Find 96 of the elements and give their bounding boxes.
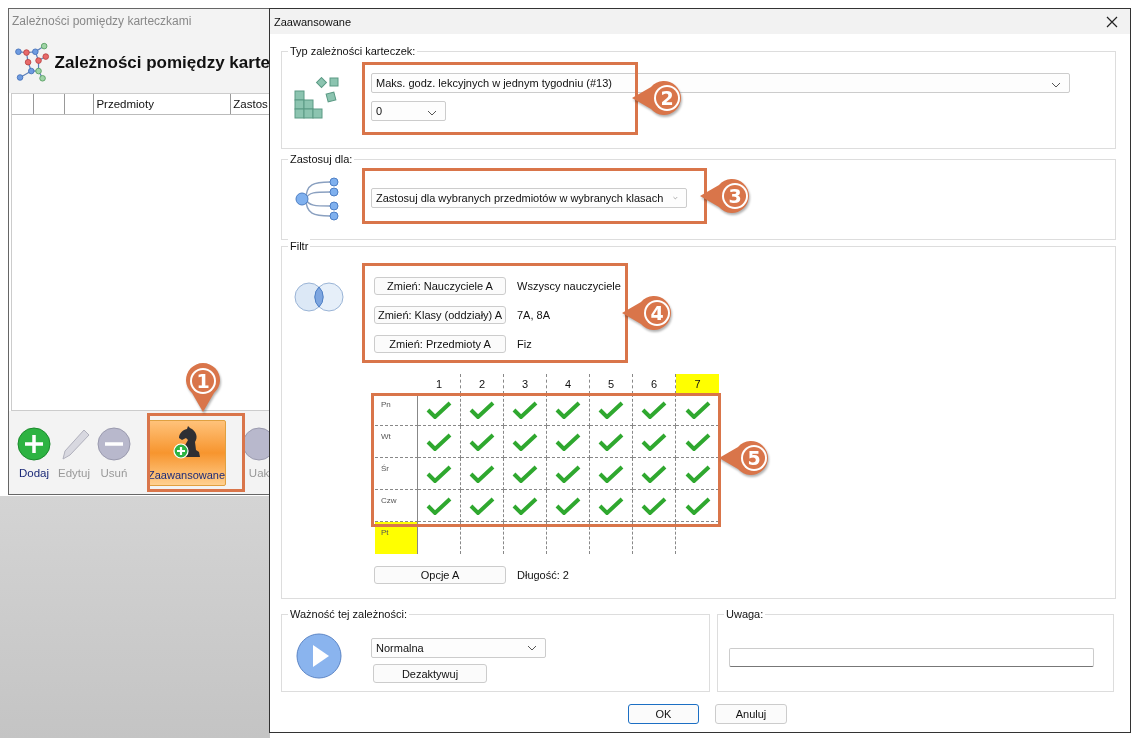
period-header[interactable]: 2 [461,374,504,394]
check-icon [555,464,581,483]
period-header[interactable]: 5 [590,374,633,394]
minus-icon [97,426,131,461]
grid-cell[interactable] [418,458,461,490]
check-icon [426,464,452,483]
check-icon [512,496,538,515]
value-dropdown[interactable]: 0 [371,101,446,121]
window-heading: Zależności pomiędzy karte [54,53,270,73]
change-button[interactable]: Zmień: Przedmioty A [374,334,506,353]
apply-dropdown[interactable]: Zastosuj dla wybranych przedmiotów w wybranych klasach [371,188,687,208]
check-icon [469,432,495,451]
check-icon [555,432,581,451]
day-label[interactable]: Śr [375,458,418,490]
grid-cell[interactable] [590,394,633,426]
play-icon [296,633,342,679]
grid-cell[interactable] [418,394,461,426]
check-icon [598,400,624,419]
dialog-button[interactable]: Anuluj [715,704,787,724]
chevron-down-icon [673,195,678,201]
window-title: Zależności pomiędzy karteczkami [9,9,270,33]
period-header[interactable]: 4 [547,374,590,394]
chevron-down-icon [1051,82,1061,88]
check-icon [641,464,667,483]
group-label: Uwaga: [724,607,766,622]
grid-cell[interactable] [504,458,547,490]
change-button[interactable]: Zmień: Nauczyciele A [374,276,506,295]
check-icon [641,432,667,451]
group-label: Zastosuj dla: [288,152,355,167]
toolbar-button[interactable]: Dodaj [15,420,53,485]
day-label[interactable]: Pn [375,394,418,426]
check-icon [469,400,495,419]
grid-cell[interactable] [590,458,633,490]
check-icon [684,496,711,515]
grid-cell[interactable] [633,490,676,522]
check-icon [555,400,581,419]
check-icon [684,432,711,451]
note-field[interactable] [729,648,1094,667]
column-header[interactable]: Przedmioty [93,94,231,114]
chevron-down-icon [427,110,437,116]
filter-value: Wszyscy nauczyciele [517,279,621,292]
callout-marker: 1 [183,362,223,414]
grid-cell[interactable] [590,490,633,522]
grid-cell[interactable] [633,426,676,458]
filter-value: 7A, 8A [517,308,551,321]
check-icon [426,432,452,451]
check-icon [684,400,711,419]
grid-cell[interactable] [461,426,504,458]
check-icon [555,496,581,515]
plus-icon [17,426,51,461]
check-icon [598,432,624,451]
check-icon [469,496,495,515]
check-icon [641,496,667,515]
venn-icon [294,282,344,312]
check-icon [512,464,538,483]
day-label[interactable]: Wt [375,426,418,458]
grid-cell[interactable] [504,426,547,458]
check-icon [512,432,538,451]
options-button[interactable]: Opcje A [374,565,506,584]
check-icon [426,496,452,515]
check-icon [598,496,624,515]
grid-cell[interactable] [461,458,504,490]
grid-cell[interactable] [504,394,547,426]
length-label: Długość: 2 [517,568,569,581]
check-icon [469,464,495,483]
check-icon [598,464,624,483]
check-icon [512,400,538,419]
importance-dropdown[interactable]: Normalna [371,638,546,658]
group-label: Ważność tej zależności: [288,607,409,622]
grid-cell[interactable] [504,490,547,522]
grid-cell[interactable] [547,458,590,490]
period-header[interactable]: 3 [504,374,547,394]
group-label: Typ zależności karteczek: [288,44,418,59]
period-header[interactable]: 1 [418,374,461,394]
grid-cell[interactable] [547,490,590,522]
dialog-title: Zaawansowane [274,15,352,28]
toolbar-button[interactable]: Zaawansowane [147,419,227,486]
grid-cell[interactable] [547,426,590,458]
grid-cell[interactable] [547,394,590,426]
period-header[interactable]: 7 [676,374,719,394]
grid-cell[interactable] [590,426,633,458]
close-icon[interactable] [1106,15,1118,28]
change-button[interactable]: Zmień: Klasy (oddziały) A [374,305,506,324]
check-icon [684,464,711,483]
check-icon [426,400,452,419]
chevron-down-icon [527,645,537,651]
grid-cell[interactable] [418,490,461,522]
grid-cell[interactable] [633,394,676,426]
filter-value: Fiz [517,337,532,350]
grid-cell[interactable] [461,490,504,522]
check-icon [641,400,667,419]
deactivate-button[interactable]: Dezaktywuj [373,664,487,683]
grid-cell[interactable] [633,458,676,490]
grid-cell[interactable] [418,426,461,458]
grid-cell[interactable] [461,394,504,426]
dialog-button[interactable]: OK [628,704,699,724]
